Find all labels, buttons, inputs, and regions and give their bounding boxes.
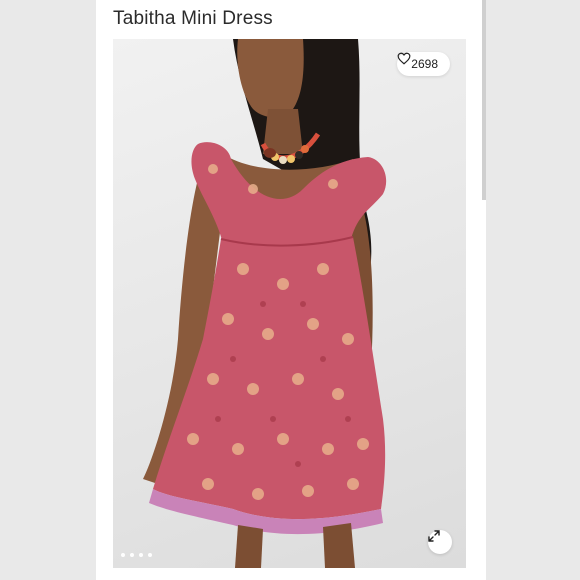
left-gutter [0, 0, 96, 580]
carousel-dots[interactable] [121, 553, 152, 557]
expand-button[interactable] [428, 530, 452, 554]
like-count: 2698 [411, 57, 438, 71]
carousel-dot[interactable] [121, 553, 125, 557]
like-counter[interactable]: 2698 [397, 52, 450, 76]
expand-arrows-icon [428, 530, 440, 542]
product-photo[interactable]: 2698 [113, 39, 466, 568]
scrollbar[interactable] [482, 0, 486, 200]
heart-icon[interactable] [397, 52, 411, 65]
carousel-dot[interactable] [130, 553, 134, 557]
product-card: Tabitha Mini Dress 2698 [96, 0, 486, 580]
right-gutter [484, 0, 580, 580]
carousel-dot[interactable] [139, 553, 143, 557]
model-illustration [143, 39, 387, 568]
product-title: Tabitha Mini Dress [113, 8, 273, 29]
carousel-dot[interactable] [148, 553, 152, 557]
